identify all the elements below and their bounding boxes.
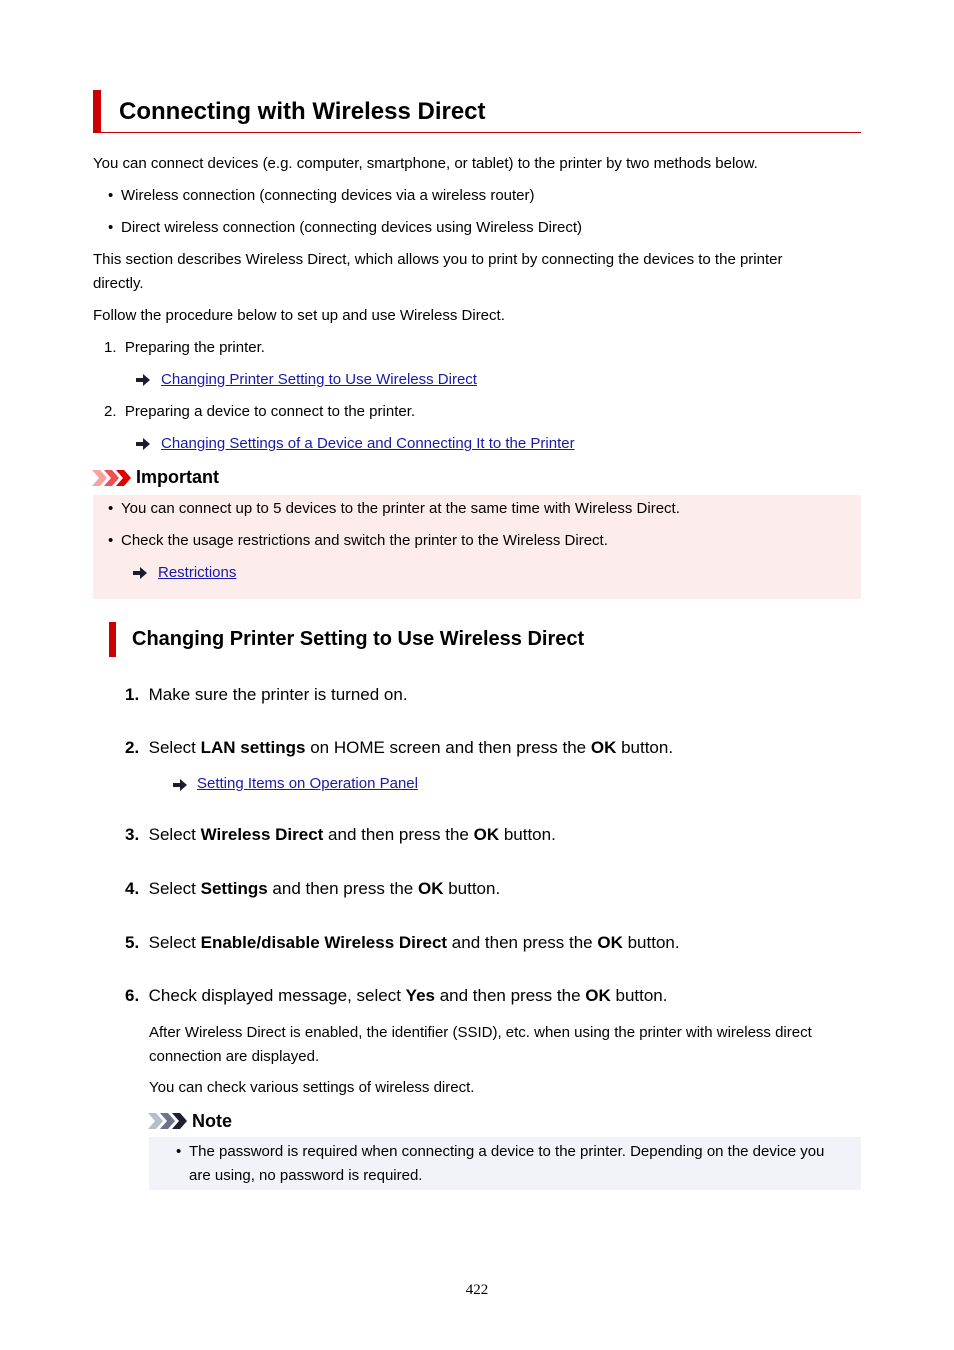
link-restrictions[interactable]: Restrictions bbox=[158, 561, 236, 585]
step-5: 5. Select Enable/disable Wireless Direct… bbox=[125, 933, 680, 953]
link-setting-items[interactable]: Setting Items on Operation Panel bbox=[197, 772, 418, 796]
step-bold: Enable/disable Wireless Direct bbox=[200, 933, 448, 952]
after-text: connection are displayed. bbox=[149, 1048, 320, 1065]
note-text: The password is required when connecting… bbox=[189, 1143, 825, 1160]
step-bold: OK bbox=[597, 933, 623, 952]
step-bold: OK bbox=[590, 738, 617, 757]
step-bold: OK bbox=[585, 986, 611, 1005]
description-line: This section describes Wireless Direct, … bbox=[93, 251, 783, 268]
step-text: button. bbox=[499, 825, 556, 844]
step-3: 3. Select Wireless Direct and then press… bbox=[125, 825, 556, 845]
step-number: 1. bbox=[125, 685, 140, 704]
step-text: and then press the bbox=[447, 933, 598, 952]
step-text: Select bbox=[148, 933, 201, 952]
note-icon bbox=[148, 1113, 188, 1129]
step-text: Select bbox=[148, 879, 201, 898]
important-text: You can connect up to 5 devices to the p… bbox=[121, 500, 680, 517]
procedure-number: 1. bbox=[104, 339, 117, 356]
method-text: Direct wireless connection (connecting d… bbox=[121, 219, 583, 236]
important-item: • Check the usage restrictions and switch… bbox=[108, 532, 608, 549]
link-changing-device-settings[interactable]: Changing Settings of a Device and Connec… bbox=[161, 432, 575, 456]
step-text: Make sure the printer is turned on. bbox=[148, 685, 408, 704]
important-label: Important bbox=[136, 467, 219, 487]
step-text: and then press the bbox=[434, 986, 586, 1005]
check-text: You can check various settings of wirele… bbox=[149, 1079, 475, 1096]
step-number: 5. bbox=[125, 933, 140, 952]
arrow-icon bbox=[136, 374, 150, 386]
step-bold: OK bbox=[417, 879, 444, 898]
step-1: 1. Make sure the printer is turned on. bbox=[125, 685, 408, 705]
method-text: Wireless connection (connecting devices … bbox=[121, 187, 535, 204]
step-text: button. bbox=[610, 986, 668, 1005]
arrow-icon bbox=[133, 567, 147, 579]
arrow-icon bbox=[173, 779, 187, 791]
procedure-number: 2. bbox=[104, 403, 117, 420]
method-item: • Direct wireless connection (connecting … bbox=[108, 219, 583, 236]
link-changing-printer-setting[interactable]: Changing Printer Setting to Use Wireless… bbox=[161, 368, 477, 392]
step-text: and then press the bbox=[267, 879, 418, 898]
page-title: Connecting with Wireless Direct bbox=[119, 98, 486, 125]
step-bold: Settings bbox=[200, 879, 268, 898]
step-text: and then press the bbox=[323, 825, 474, 844]
step-number: 2. bbox=[125, 738, 140, 757]
arrow-icon bbox=[136, 438, 150, 450]
step-number: 6. bbox=[125, 986, 140, 1005]
step-bold: LAN settings bbox=[200, 738, 306, 757]
note-item: • The password is required when connectin… bbox=[176, 1143, 825, 1160]
step-bold: OK bbox=[473, 825, 500, 844]
page-title-block: Connecting with Wireless Direct bbox=[93, 90, 861, 133]
important-icon bbox=[92, 470, 132, 486]
title-accent-bar bbox=[93, 90, 101, 133]
procedure-text: Preparing the printer. bbox=[124, 339, 265, 356]
note-label: Note bbox=[192, 1111, 232, 1131]
step-number: 4. bbox=[125, 879, 140, 898]
step-text: button. bbox=[616, 738, 674, 757]
after-text: After Wireless Direct is enabled, the id… bbox=[149, 1024, 812, 1041]
follow-text: Follow the procedure below to set up and… bbox=[93, 307, 505, 324]
intro-text: You can connect devices (e.g. computer, … bbox=[93, 155, 758, 172]
step-text: button. bbox=[443, 879, 501, 898]
procedure-text: Preparing a device to connect to the pri… bbox=[124, 403, 416, 420]
step-text: Select bbox=[148, 825, 201, 844]
page-number: 422 bbox=[465, 1282, 489, 1298]
description-line: directly. bbox=[93, 275, 144, 292]
step-6: 6. Check displayed message, select Yes a… bbox=[125, 986, 667, 1006]
important-text: Check the usage restrictions and switch … bbox=[121, 532, 608, 549]
procedure-item: 2. Preparing a device to connect to the … bbox=[104, 400, 415, 424]
step-4: 4. Select Settings and then press the OK… bbox=[125, 879, 500, 899]
section-accent-bar bbox=[109, 622, 116, 657]
step-text: on HOME screen and then press the bbox=[305, 738, 591, 757]
step-2: 2. Select LAN settings on HOME screen an… bbox=[125, 738, 673, 758]
section-title: Changing Printer Setting to Use Wireless… bbox=[132, 628, 585, 650]
step-bold: Wireless Direct bbox=[200, 825, 324, 844]
note-text: are using, no password is required. bbox=[189, 1167, 423, 1184]
important-item: • You can connect up to 5 devices to the … bbox=[108, 500, 680, 517]
step-bold: Yes bbox=[405, 986, 435, 1005]
step-text: button. bbox=[622, 933, 680, 952]
step-number: 3. bbox=[125, 825, 140, 844]
step-text: Check displayed message, select bbox=[148, 986, 406, 1005]
method-item: • Wireless connection (connecting devices… bbox=[108, 187, 535, 204]
step-text: Select bbox=[148, 738, 201, 757]
procedure-item: 1. Preparing the printer. bbox=[104, 336, 265, 360]
